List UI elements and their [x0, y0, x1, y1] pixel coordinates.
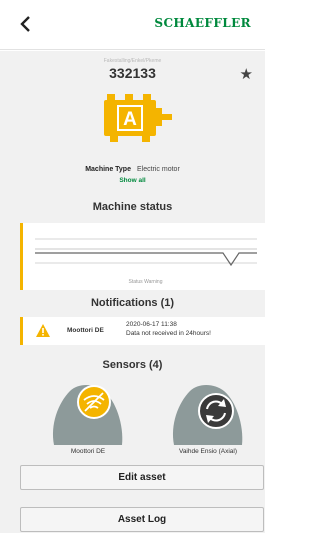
asset-id: 332133: [109, 65, 156, 81]
sync-icon: [198, 393, 234, 429]
back-chevron-icon[interactable]: [16, 14, 36, 34]
machine-type: Machine Type Electric motor: [0, 166, 265, 173]
star-icon[interactable]: ★: [240, 65, 253, 83]
sensor-label: Vaihde Ensio (Axial): [178, 448, 238, 455]
edit-asset-button[interactable]: Edit asset: [20, 465, 264, 490]
top-bar: SCHAEFFLER: [0, 0, 265, 50]
notification-source: Moottori DE: [67, 327, 104, 334]
asset-log-button[interactable]: Asset Log: [20, 507, 264, 532]
show-all-link[interactable]: Show all: [0, 177, 265, 184]
warning-triangle-icon: [36, 324, 50, 337]
breadcrumb: Fakestalling/Enkel/Pkeme: [103, 58, 162, 64]
notification-message: Data not received in 24hours!: [126, 330, 211, 337]
electric-motor-icon: A: [104, 94, 172, 142]
machine-status-card[interactable]: Status Warning: [20, 223, 265, 290]
machine-type-label: Machine Type: [85, 166, 131, 173]
sensor-label: Moottori DE: [70, 448, 106, 455]
status-trend-graph: [35, 238, 257, 267]
machine-type-value: Electric motor: [136, 166, 180, 173]
notification-item[interactable]: Moottori DE 2020-06-17 11:38 Data not re…: [20, 317, 265, 345]
sensor-vaihde-ensio[interactable]: [170, 383, 246, 445]
machine-status-title: Machine status: [92, 201, 173, 213]
sensors-title: Sensors (4): [102, 359, 163, 371]
brand-logo: SCHAEFFLER: [154, 16, 251, 30]
asset-detail: Fakestalling/Enkel/Pkeme 332133 ★ A Mach…: [0, 51, 265, 533]
sensor-moottori-de[interactable]: [50, 383, 126, 445]
notifications-title: Notifications (1): [90, 297, 175, 309]
motor-letter: A: [123, 109, 137, 130]
status-label: Status Warning: [128, 279, 163, 285]
notification-time: 2020-06-17 11:38: [126, 321, 177, 328]
